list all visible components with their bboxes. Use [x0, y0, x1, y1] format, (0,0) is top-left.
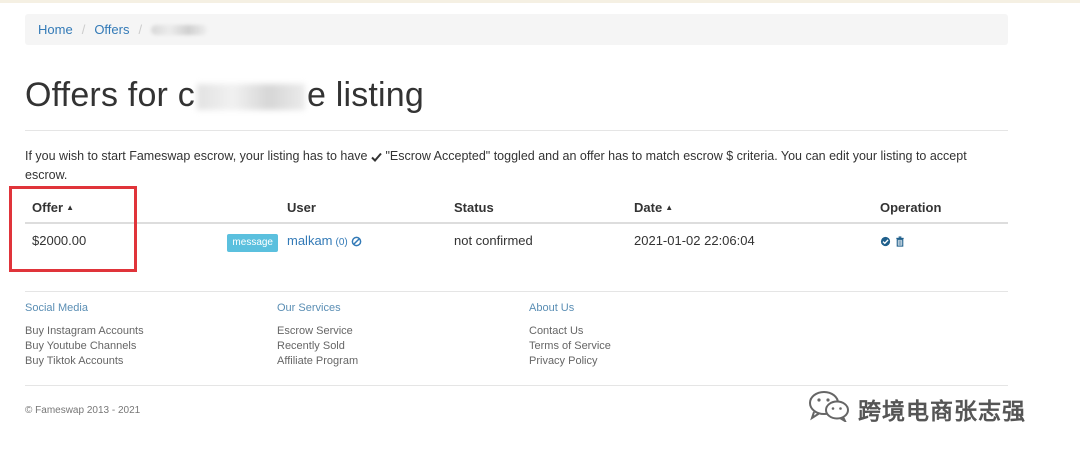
column-header-date[interactable]: Date ▲: [627, 193, 873, 224]
ban-icon: [351, 235, 362, 250]
footer-link-terms[interactable]: Terms of Service: [529, 339, 611, 354]
user-rating-count: (0): [335, 237, 348, 248]
check-icon: [371, 150, 382, 167]
footer-link-affiliate[interactable]: Affiliate Program: [277, 354, 358, 369]
message-cell: message: [206, 223, 280, 261]
divider: [25, 130, 1008, 131]
footer-link-instagram[interactable]: Buy Instagram Accounts: [25, 324, 144, 339]
trash-icon[interactable]: [895, 235, 905, 250]
footer-social-media: Social Media Buy Instagram Accounts Buy …: [25, 302, 144, 369]
accept-check-icon[interactable]: [880, 235, 891, 250]
footer-our-services: Our Services Escrow Service Recently Sol…: [277, 302, 358, 369]
offers-table: Offer ▲ User Status Date ▲ Operation $2000…: [25, 193, 1008, 261]
column-header-user: User: [280, 193, 447, 224]
page-title-end: e listing: [306, 76, 425, 114]
watermark: 跨境电商张志强: [808, 390, 1026, 427]
notice-text-before: If you wish to start Fameswap escrow, yo…: [25, 149, 368, 163]
escrow-notice: If you wish to start Fameswap escrow, yo…: [25, 148, 1000, 184]
footer-bottom-divider: [25, 385, 1008, 386]
footer-link-escrow[interactable]: Escrow Service: [277, 324, 358, 339]
footer-link-privacy[interactable]: Privacy Policy: [529, 354, 611, 369]
breadcrumb: Home / Offers /: [25, 14, 1008, 45]
date-cell: 2021-01-02 22:06:04: [634, 233, 755, 248]
user-link[interactable]: malkam: [287, 233, 333, 248]
page-title-redacted: [196, 84, 305, 111]
wechat-icon: [808, 390, 850, 427]
footer-link-tiktok[interactable]: Buy Tiktok Accounts: [25, 354, 144, 369]
sort-asc-icon: ▲: [665, 202, 674, 212]
status-cell: not confirmed: [454, 233, 533, 248]
column-header-spacer: [206, 193, 280, 224]
breadcrumb-separator: /: [81, 22, 86, 37]
footer-services-title: Our Services: [277, 302, 341, 314]
watermark-text: 跨境电商张志强: [858, 398, 1026, 425]
breadcrumb-home[interactable]: Home: [38, 22, 73, 37]
footer-link-youtube[interactable]: Buy Youtube Channels: [25, 339, 144, 354]
offer-highlight-annotation: [9, 186, 137, 272]
top-border: [0, 0, 1080, 3]
table-row: $2000.00 message malkam (0) not confirmed…: [25, 223, 1008, 261]
footer-social-title: Social Media: [25, 302, 88, 314]
column-header-date-label: Date: [634, 199, 663, 215]
operation-cell: [873, 223, 1008, 261]
column-header-status: Status: [447, 193, 627, 224]
user-cell: malkam (0): [280, 223, 447, 261]
breadcrumb-separator: /: [138, 22, 143, 37]
table-header-row: Offer ▲ User Status Date ▲ Operation: [25, 193, 1008, 224]
page-title-start: Offers for c: [25, 76, 195, 114]
breadcrumb-current-redacted: [151, 24, 208, 35]
copyright: © Fameswap 2013 - 2021: [25, 405, 141, 416]
footer-about-us: About Us Contact Us Terms of Service Pri…: [529, 302, 611, 369]
message-button[interactable]: message: [227, 234, 278, 252]
column-header-operation: Operation: [873, 193, 1008, 224]
footer-divider: [25, 291, 1008, 292]
breadcrumb-offers[interactable]: Offers: [94, 22, 129, 37]
page-title: Offers for c e listing: [25, 76, 424, 115]
footer-link-recently-sold[interactable]: Recently Sold: [277, 339, 358, 354]
footer-link-contact[interactable]: Contact Us: [529, 324, 611, 339]
footer-about-title: About Us: [529, 302, 575, 314]
